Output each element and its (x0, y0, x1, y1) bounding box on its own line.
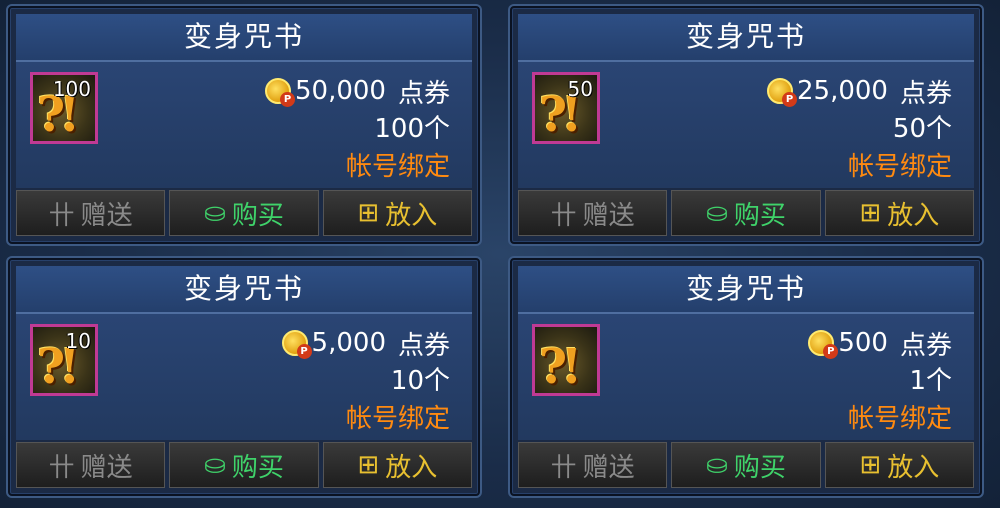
shop-item-card: 变身咒书 ?! 100 50,000 点券 100个 帐号绑定 卄赠送 ⛀购买 … (8, 6, 480, 244)
transformation-scroll-icon[interactable]: ?! 10 (30, 324, 98, 396)
shop-item-card: 变身咒书 ?! 10 5,000 点券 10个 帐号绑定 卄赠送 ⛀购买 ⊞放入 (8, 258, 480, 496)
cart-label: 放入 (887, 200, 940, 231)
gift-button[interactable]: 卄赠送 (518, 442, 668, 488)
add-to-cart-button[interactable]: ⊞ 放入 (322, 442, 472, 488)
point-coin-icon (265, 78, 295, 107)
gift-button[interactable]: 卄赠送 (16, 442, 166, 488)
transformation-scroll-icon[interactable]: ?! 50 (532, 72, 600, 144)
add-to-cart-button[interactable]: ⊞ 放入 (322, 190, 472, 236)
item-body: ?! 10 5,000 点券 10个 帐号绑定 (16, 314, 472, 440)
item-info: 5,000 点券 10个 帐号绑定 (281, 324, 450, 438)
price-currency: 点券 (397, 330, 450, 361)
buy-button[interactable]: ⛀ 购买 (169, 190, 319, 236)
binding-status: 帐号绑定 (345, 404, 450, 434)
item-body: ?! 500 点券 1个 帐号绑定 (518, 314, 974, 440)
item-count: 50个 (892, 114, 952, 144)
gift-icon: 卄 (550, 452, 577, 483)
price-currency: 点券 (397, 78, 450, 109)
buy-icon: ⛀ (706, 450, 728, 480)
binding-status: 帐号绑定 (847, 152, 952, 182)
buy-label: 购买 (733, 200, 786, 231)
question-exclamation-glyph: ?! (539, 339, 582, 395)
buy-icon: ⛀ (204, 450, 226, 480)
buy-label: 购买 (231, 200, 284, 231)
transformation-scroll-icon[interactable]: ?! 100 (30, 72, 98, 144)
price-amount: 500 (838, 328, 888, 358)
item-title: 变身咒书 (16, 14, 472, 62)
add-to-cart-button[interactable]: ⊞ 放入 (824, 442, 974, 488)
buy-icon: ⛀ (204, 198, 226, 228)
shop-item-card: 变身咒书 ?! 50 25,000 点券 50个 帐号绑定 卄赠送 ⛀购买 ⊞放… (510, 6, 982, 244)
item-body: ?! 100 50,000 点券 100个 帐号绑定 (16, 62, 472, 188)
price-currency: 点券 (899, 78, 952, 109)
cart-label: 放入 (887, 452, 940, 483)
buy-button[interactable]: ⛀ 购买 (169, 442, 319, 488)
quantity-badge: 50 (567, 77, 593, 101)
quantity-badge: 100 (52, 77, 91, 101)
item-count: 1个 (909, 366, 952, 396)
gift-label: 赠送 (80, 200, 133, 231)
buy-button[interactable]: ⛀ 购买 (671, 190, 821, 236)
price-amount: 5,000 (311, 328, 386, 358)
quantity-badge: 10 (65, 329, 91, 353)
buy-label: 购买 (733, 452, 786, 483)
item-count: 10个 (390, 366, 450, 396)
binding-status: 帐号绑定 (345, 152, 450, 182)
cart-icon: ⊞ (859, 450, 882, 480)
gift-icon: 卄 (48, 452, 75, 483)
item-info: 25,000 点券 50个 帐号绑定 (767, 72, 952, 186)
action-buttons: 卄赠送 ⛀ 购买 ⊞ 放入 (16, 442, 472, 488)
cart-icon: ⊞ (357, 198, 380, 228)
price-line: 25,000 点券 (767, 72, 952, 110)
price-amount: 50,000 (295, 76, 386, 106)
gift-label: 赠送 (582, 200, 635, 231)
gift-button[interactable]: 卄赠送 (518, 190, 668, 236)
item-count: 100个 (374, 114, 450, 144)
buy-icon: ⛀ (706, 198, 728, 228)
item-title: 变身咒书 (518, 266, 974, 314)
cart-label: 放入 (385, 200, 438, 231)
cart-icon: ⊞ (859, 198, 882, 228)
item-info: 500 点券 1个 帐号绑定 (808, 324, 952, 438)
cart-icon: ⊞ (357, 450, 380, 480)
price-line: 50,000 点券 (265, 72, 450, 110)
price-line: 500 点券 (808, 324, 952, 362)
binding-status: 帐号绑定 (847, 404, 952, 434)
gift-icon: 卄 (48, 200, 75, 231)
item-info: 50,000 点券 100个 帐号绑定 (265, 72, 450, 186)
shop-item-card: 变身咒书 ?! 500 点券 1个 帐号绑定 卄赠送 ⛀购买 ⊞放入 (510, 258, 982, 496)
buy-button[interactable]: ⛀ 购买 (671, 442, 821, 488)
point-coin-icon (281, 330, 312, 359)
price-line: 5,000 点券 (281, 324, 450, 362)
point-coin-icon (808, 330, 839, 359)
gift-icon: 卄 (550, 200, 577, 231)
price-amount: 25,000 (797, 76, 888, 106)
gift-button[interactable]: 卄赠送 (16, 190, 166, 236)
item-title: 变身咒书 (16, 266, 472, 314)
gift-label: 赠送 (582, 452, 635, 483)
item-body: ?! 50 25,000 点券 50个 帐号绑定 (518, 62, 974, 188)
point-coin-icon (767, 78, 797, 107)
price-currency: 点券 (899, 330, 952, 361)
action-buttons: 卄赠送 ⛀ 购买 ⊞ 放入 (16, 190, 472, 236)
add-to-cart-button[interactable]: ⊞ 放入 (824, 190, 974, 236)
gift-label: 赠送 (80, 452, 133, 483)
action-buttons: 卄赠送 ⛀ 购买 ⊞ 放入 (518, 442, 974, 488)
action-buttons: 卄赠送 ⛀ 购买 ⊞ 放入 (518, 190, 974, 236)
item-title: 变身咒书 (518, 14, 974, 62)
buy-label: 购买 (231, 452, 284, 483)
cart-label: 放入 (385, 452, 438, 483)
transformation-scroll-icon[interactable]: ?! (532, 324, 600, 396)
